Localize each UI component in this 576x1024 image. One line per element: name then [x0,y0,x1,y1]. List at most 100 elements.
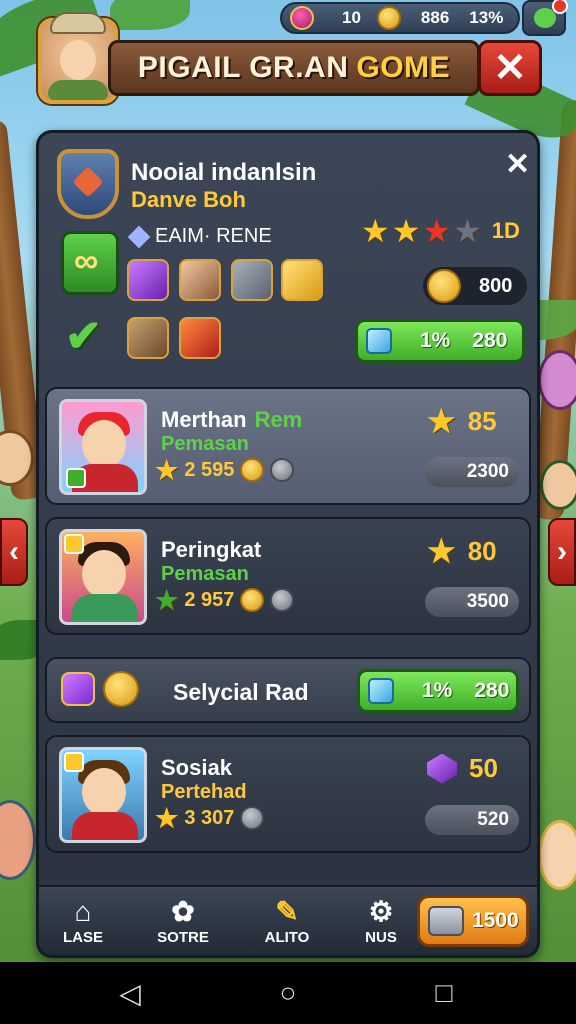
card-score-value: 80 [467,535,497,566]
chest-icon [428,906,464,936]
card-stat-value: 2 595 [184,458,235,481]
special-reward-row: Selycial Rad 1% 280 [45,657,531,723]
boost-button[interactable]: 1% 280 [355,319,525,363]
boost-value: 280 [472,329,508,352]
title-highlight: GOME [356,51,451,84]
side-character-right [540,460,576,510]
notification-badge [552,0,568,14]
flower-icon: ✿ [171,896,195,927]
card-subtitle: Pemasan [161,563,249,585]
diamond-icon [127,225,151,248]
nav-label: LASE [62,929,103,946]
stars-value: 1D [491,218,520,243]
card-stats: ★ 2 595 [155,455,295,485]
item-tile-wood[interactable] [127,317,169,359]
list-item[interactable]: Sosiak Pertehad ★ 3 307 50 520 [45,735,531,853]
star-icon: ★ [427,533,456,569]
check-icon: ✔ [65,312,102,361]
item-tile-map[interactable] [231,259,273,301]
nav-item-settings[interactable]: ⚙ NUS [341,896,421,947]
card-name-text: Merthan [161,407,247,432]
coin-icon [376,6,401,30]
special-label: Selycial Rad [173,679,309,705]
gear-icon: ⚙ [368,896,394,927]
coin-icon [427,269,461,303]
shop-chest-button[interactable]: 1500 [417,895,529,947]
back-icon[interactable]: ◁ [110,976,150,1010]
star-icon: ★ [361,213,390,249]
gem-icon [290,6,314,30]
portrait-body [72,594,138,622]
card-score-value: 50 [469,753,498,783]
list-item[interactable]: Peringkat Pemasan ★ 2 957 ★ 80 3500 [45,517,531,635]
card-score: ★ 80 [427,535,497,567]
nav-item-store[interactable]: ✿ SOTRE [143,896,223,947]
avatar-shirt [48,80,108,100]
card-subtitle: Pertehad [161,781,247,803]
nav-item-home[interactable]: ⌂ LASE [43,897,123,947]
nav-item-auto[interactable]: ✎ ALITO [247,896,327,947]
card-reward-pill: 2300 [425,457,519,487]
hero-portrait [59,529,147,625]
currency-bar[interactable]: 10 886 13% [280,2,520,34]
notification-button[interactable] [522,0,568,36]
shop-value: 1500 [472,909,519,932]
portrait-badge-icon [64,534,84,554]
profile-rank-label: EAIM· RENE [155,225,272,247]
portrait-body [72,812,138,840]
palm-leaf [110,0,190,30]
coin-count: 886 [420,8,450,27]
card-stat-value: 2 957 [184,588,235,611]
close-game-button[interactable]: ✕ [478,40,542,96]
nav-label: ALITO [264,929,310,946]
recents-icon[interactable]: □ [424,976,464,1010]
star-icon: ★ [427,403,456,439]
card-reward-pill: 3500 [425,587,519,617]
side-character-left-bottom [0,800,36,880]
item-tile-blade[interactable] [179,317,221,359]
star-icon: ★ [155,455,179,485]
shield-icon [57,149,119,219]
star-icon: ★ [391,213,421,249]
coin-icon [240,588,265,612]
card-name: Peringkat [161,537,262,562]
portrait-badge-icon [66,468,86,488]
coin-balance-value: 800 [479,274,513,297]
item-tile-star[interactable] [281,259,323,301]
nav-label: NUS [365,929,397,946]
card-subtitle: Pemasan [161,433,249,455]
coin-icon [240,458,265,482]
leaderboard-panel: ✔ Nooial indanlsin Danve Boh EAIM· RENE … [36,130,540,958]
home-circle-icon[interactable]: ○ [268,976,308,1010]
close-icon: ✕ [493,46,527,90]
hero-portrait [59,747,147,843]
next-page-button[interactable]: › [548,518,576,586]
side-creature-right [538,350,576,410]
card-score: ★ 85 [427,405,497,437]
card-tag: Rem [254,407,303,432]
portrait-face [82,420,126,468]
card-stats: ★ 2 957 [155,587,295,613]
special-claim-button[interactable]: 1% 280 [357,669,519,713]
explorer-hat-icon [50,12,106,34]
special-percent: 1% [422,679,453,702]
player-avatar[interactable] [38,12,118,104]
nav-label: SOTRE [157,929,209,946]
prev-page-button[interactable]: ‹ [0,518,28,586]
pencil-icon: ✎ [275,896,299,927]
close-panel-button[interactable]: ✕ [505,147,530,182]
silver-coin-icon [240,806,265,830]
gem-icon [61,672,95,706]
coin-balance: 800 [423,267,527,305]
clan-badge-icon [61,231,119,295]
item-tile-hero[interactable] [179,259,221,301]
avatar-face [60,40,96,80]
hero-portrait [59,399,147,495]
list-item[interactable]: Merthan Rem Pemasan ★ 2 595 ★ 85 2300 [45,387,531,505]
card-name: Sosiak [161,755,232,780]
item-tile-gem[interactable] [127,259,169,301]
portrait-face [82,768,126,816]
title-banner: PIGAIL GR.AN GOME [108,40,480,96]
side-character-right-bottom [538,820,576,890]
card-score: 50 [427,753,498,784]
